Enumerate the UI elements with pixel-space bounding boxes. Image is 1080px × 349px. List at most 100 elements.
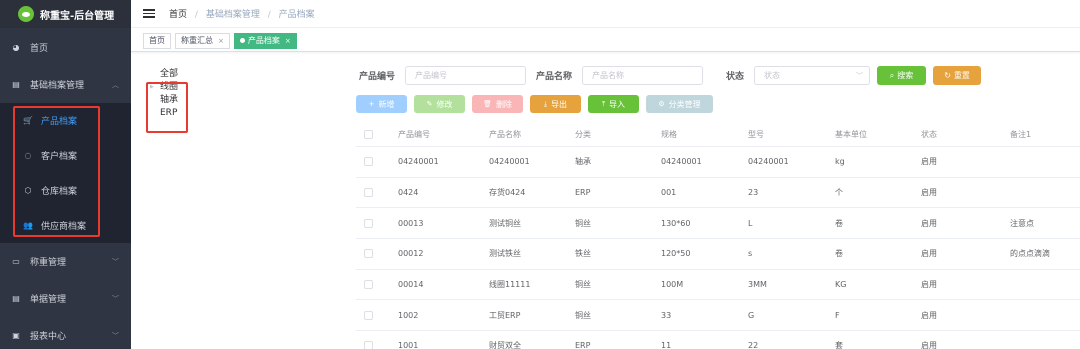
table-cell: 启用 <box>921 310 937 320</box>
product-code-input[interactable]: 产品编号 <box>405 66 527 85</box>
edit-button[interactable]: ✎ 修改 <box>414 95 465 113</box>
document-icon: ▤ <box>12 80 20 89</box>
column-header: 型号 <box>748 130 764 139</box>
close-icon[interactable]: × <box>285 37 291 45</box>
table-cell: 轴承 <box>575 157 591 167</box>
table-cell: 套 <box>835 341 843 349</box>
delete-button[interactable]: 🗑 删除 <box>472 95 523 113</box>
product-name-input[interactable]: 产品名称 <box>582 66 704 85</box>
breadcrumb: 首页 / 基础档案管理 / 产品档案 <box>169 7 315 20</box>
table-cell: 启用 <box>921 218 937 228</box>
row-checkbox[interactable] <box>364 280 373 290</box>
table-cell: 卷 <box>835 218 843 228</box>
button-label: 导出 <box>551 99 568 109</box>
table-cell: 存货0424 <box>489 188 526 198</box>
table-cell: 的点点滴滴 <box>1010 249 1050 259</box>
table-cell: kg <box>835 157 845 167</box>
table-header: 产品编号 产品名称 分类 规格 型号 基本单位 状态 备注1 <box>356 123 1080 147</box>
search-button[interactable]: ⌕ 搜索 <box>877 66 927 85</box>
row-checkbox[interactable] <box>364 188 373 198</box>
chevron-up-icon: ︿ <box>112 80 119 89</box>
table-cell: 04240001 <box>661 157 702 167</box>
breadcrumb-home[interactable]: 首页 <box>169 10 187 20</box>
app-logo[interactable]: 称重宝-后台管理 <box>0 0 131 28</box>
table-cell: 0424 <box>398 188 419 198</box>
table-cell: 00012 <box>398 249 424 259</box>
row-checkbox[interactable] <box>364 310 373 320</box>
button-label: 分类管理 <box>668 99 701 109</box>
sidebar-item-label: 称重管理 <box>30 258 67 268</box>
tree-node-all[interactable]: 全部 <box>160 67 178 81</box>
sidebar-item-docs[interactable]: ▤ 单据管理 ﹀ <box>0 280 131 317</box>
table-cell: 1001 <box>398 341 419 349</box>
table-cell: 100M <box>661 280 684 290</box>
header: 首页 / 基础档案管理 / 产品档案 <box>131 0 1080 28</box>
app-title: 称重宝-后台管理 <box>40 10 115 22</box>
table-cell: 33 <box>661 310 672 320</box>
row-checkbox[interactable] <box>364 341 373 349</box>
sidebar-item-report[interactable]: ▣ 报表中心 ﹀ <box>0 317 131 349</box>
button-label: 新增 <box>378 99 395 109</box>
action-toolbar: + 新增 ✎ 修改 🗑 删除 ⤓ 导出 ⤒ 导入 ⚙ 分类管理 <box>356 95 713 113</box>
column-header: 规格 <box>661 130 677 139</box>
row-checkbox[interactable] <box>364 218 373 228</box>
table-cell: 测试铁丝 <box>489 249 521 259</box>
table-cell: 3MM <box>748 280 767 290</box>
table-row[interactable]: 00014 线圈11111 铜丝 100M 3MM KG 启用 <box>356 270 1080 301</box>
sidebar-item-home[interactable]: ◕ 首页 <box>0 29 131 66</box>
sidebar-item-weigh[interactable]: ▭ 称重管理 ﹀ <box>0 243 131 280</box>
tag-label: 首页 <box>149 36 165 45</box>
active-dot-icon <box>239 38 245 43</box>
product-code-label: 产品编号 <box>359 72 396 82</box>
table-row[interactable]: 00012 测试铁丝 铁丝 120*50 s 卷 启用 的点点滴滴 <box>356 239 1080 270</box>
table-cell: 1002 <box>398 310 419 320</box>
table-row[interactable]: 00013 测试铜丝 铜丝 130*60 L 卷 启用 注意点 <box>356 208 1080 240</box>
table-cell: KG <box>835 280 847 290</box>
breadcrumb-separator: / <box>194 10 198 20</box>
tag-label: 称重汇总 <box>181 36 213 45</box>
reset-button[interactable]: ↻ 重置 <box>933 66 982 85</box>
table-cell: 铜丝 <box>575 280 591 290</box>
scale-icon: ▭ <box>12 257 20 266</box>
tag-home[interactable]: 首页 <box>143 32 171 49</box>
select-all-checkbox[interactable] <box>364 130 373 139</box>
table-row[interactable]: 04240001 04240001 轴承 04240001 04240001 kg 启用 <box>356 147 1080 178</box>
table-cell: 11 <box>661 341 672 349</box>
status-label: 状态 <box>726 72 745 82</box>
tag-product[interactable]: 产品档案 × <box>233 32 297 49</box>
sidebar-item-label: 首页 <box>30 44 49 54</box>
menu-toggle-icon[interactable] <box>143 7 155 20</box>
table-cell: 04240001 <box>748 157 789 167</box>
table-row[interactable]: 1001 财贸双全 ERP 11 22 套 启用 <box>356 331 1080 349</box>
placeholder-text: 产品名称 <box>592 71 625 80</box>
table-cell: 工贸ERP <box>489 310 521 320</box>
edit-icon: ✎ <box>426 100 433 108</box>
row-checkbox[interactable] <box>364 157 373 167</box>
column-header: 基本单位 <box>835 130 867 139</box>
add-button[interactable]: + 新增 <box>356 95 407 113</box>
export-button[interactable]: ⤓ 导出 <box>530 95 581 113</box>
placeholder-text: 产品编号 <box>415 71 448 80</box>
product-name-label: 产品名称 <box>536 72 573 82</box>
status-select[interactable]: 状态 ﹀ <box>754 66 871 85</box>
row-checkbox[interactable] <box>364 249 373 259</box>
close-icon[interactable]: × <box>218 37 224 45</box>
table-cell: 注意点 <box>1010 218 1034 228</box>
tag-summary[interactable]: 称重汇总 × <box>175 32 230 49</box>
table-cell: 00013 <box>398 218 424 228</box>
tags-view: 首页 称重汇总 × 产品档案 × <box>131 30 1080 52</box>
table-cell: F <box>835 310 840 320</box>
refresh-icon: ↻ <box>944 71 951 80</box>
table-row[interactable]: 0424 存货0424 ERP 001 23 个 启用 <box>356 178 1080 209</box>
import-button[interactable]: ⤒ 导入 <box>588 95 639 113</box>
button-label: 修改 <box>436 99 453 109</box>
report-icon: ▣ <box>12 331 20 340</box>
category-manage-button[interactable]: ⚙ 分类管理 <box>646 95 713 113</box>
highlight-box-tree <box>146 82 188 133</box>
sidebar-item-basic[interactable]: ▤ 基础档案管理 ︿ <box>0 66 131 103</box>
table-cell: ERP <box>575 341 591 349</box>
table-row[interactable]: 1002 工贸ERP 铜丝 33 G F 启用 <box>356 300 1080 332</box>
button-label: 删除 <box>495 99 512 109</box>
chevron-down-icon: ﹀ <box>112 257 119 266</box>
table-cell: s <box>748 249 753 259</box>
